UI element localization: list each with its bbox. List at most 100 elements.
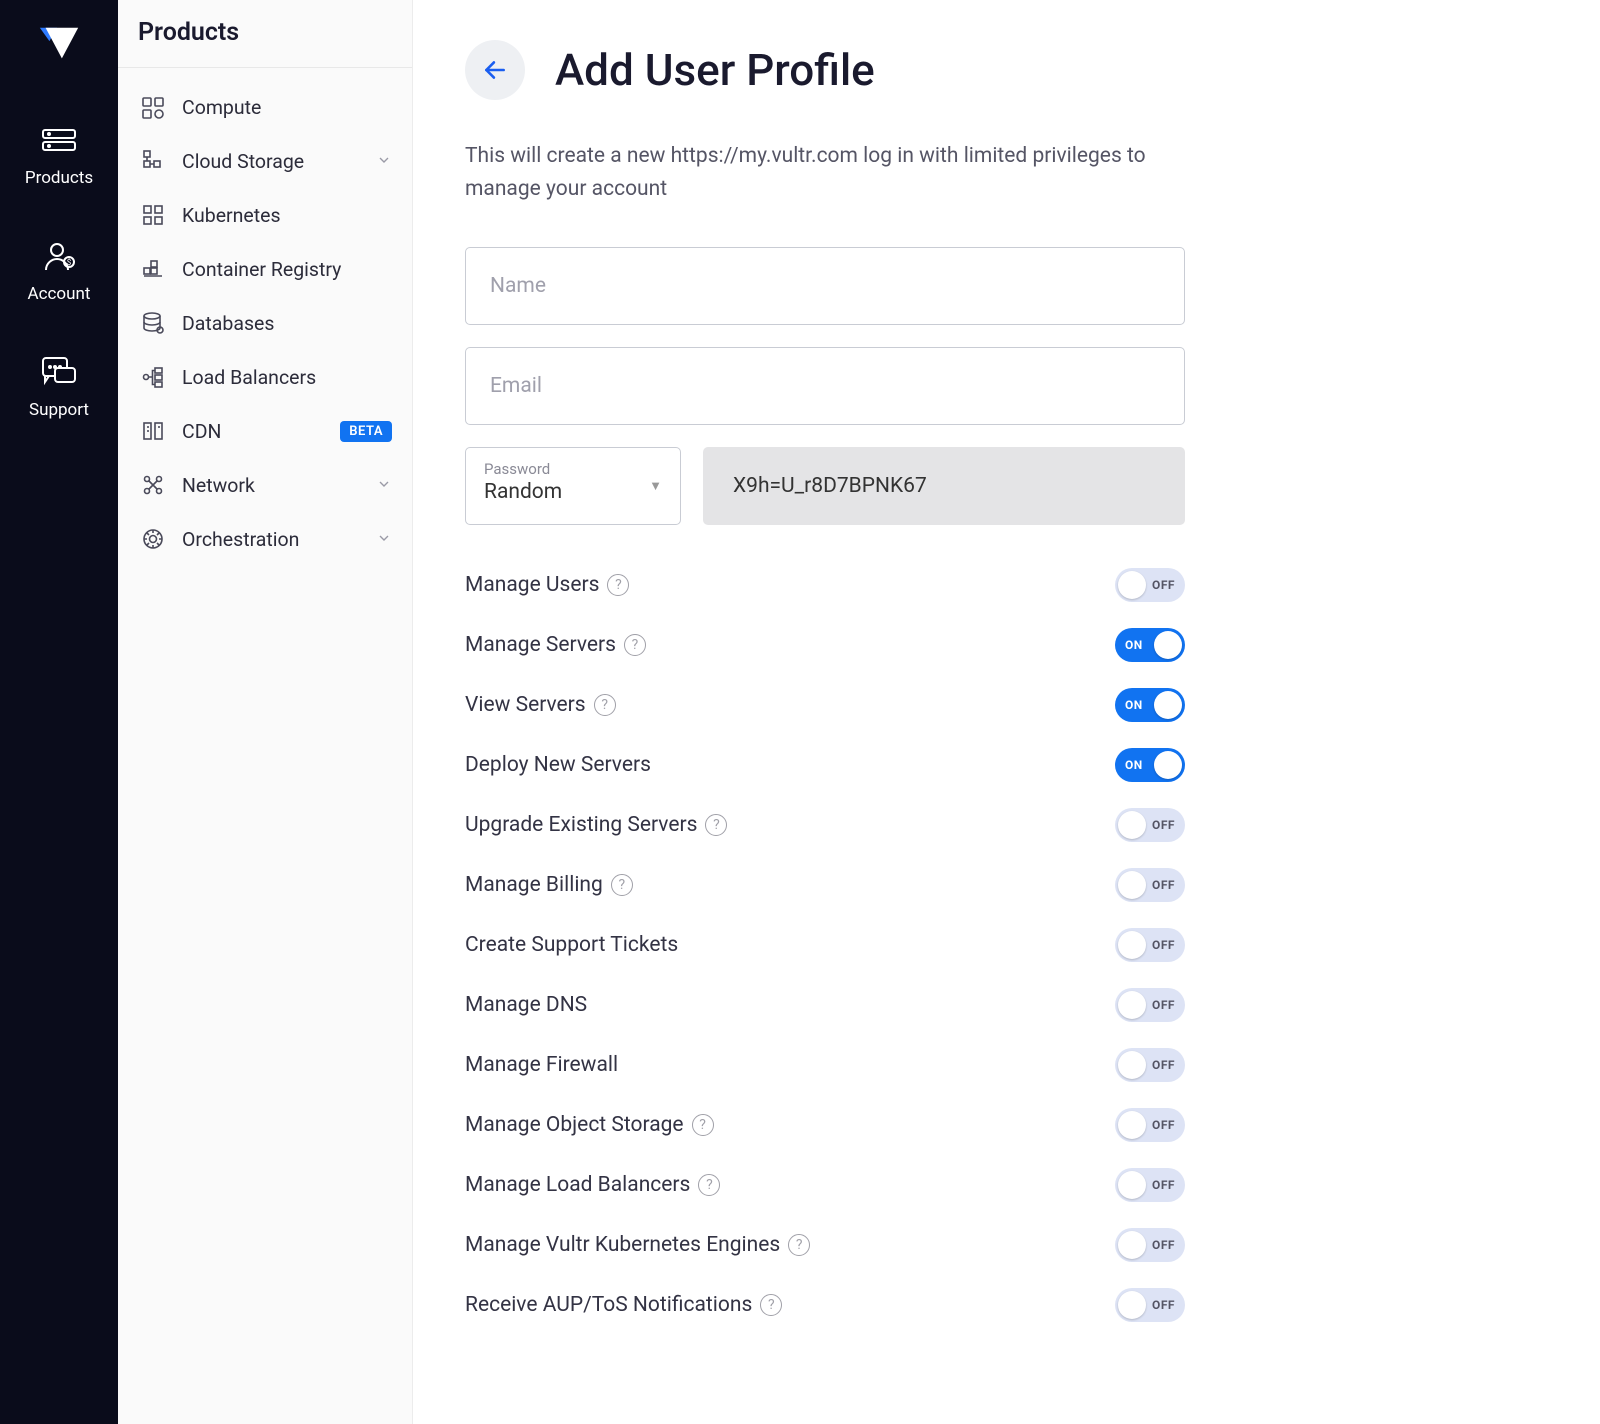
permission-row: Manage DNSOFF (465, 975, 1185, 1035)
sidebar-item-load-balancers[interactable]: Load Balancers (118, 350, 412, 404)
toggle-knob (1118, 931, 1146, 959)
toggle-state-text: OFF (1152, 1058, 1175, 1072)
name-field[interactable]: Name (465, 247, 1185, 325)
permission-toggle[interactable]: ON (1115, 628, 1185, 662)
sidebar-item-label: Cloud Storage (182, 150, 376, 173)
sidebar-item-cloud-storage[interactable]: Cloud Storage (118, 134, 412, 188)
sidebar-item-orchestration[interactable]: Orchestration (118, 512, 412, 566)
permission-toggle[interactable]: OFF (1115, 928, 1185, 962)
password-select-value: Random (484, 480, 662, 504)
help-icon[interactable]: ? (607, 574, 629, 596)
sidebar-item-compute[interactable]: Compute (118, 80, 412, 134)
arrow-left-icon (482, 57, 508, 83)
sidebar-item-label: Container Registry (182, 258, 392, 281)
permission-toggle[interactable]: OFF (1115, 1228, 1185, 1262)
permission-toggle[interactable]: OFF (1115, 1168, 1185, 1202)
sidebar-item-network[interactable]: Network (118, 458, 412, 512)
help-icon[interactable]: ? (698, 1174, 720, 1196)
permission-label: Manage Users (465, 573, 599, 597)
help-icon[interactable]: ? (594, 694, 616, 716)
k8s-icon (140, 202, 166, 228)
sidebar-item-container-registry[interactable]: Container Registry (118, 242, 412, 296)
sidebar-item-databases[interactable]: Databases (118, 296, 412, 350)
toggle-knob (1118, 871, 1146, 899)
permission-toggle[interactable]: OFF (1115, 988, 1185, 1022)
toggle-state-text: ON (1125, 758, 1143, 772)
main-content: Add User Profile This will create a new … (413, 0, 1600, 1424)
logo[interactable] (36, 22, 82, 68)
permission-row: Manage Vultr Kubernetes Engines?OFF (465, 1215, 1185, 1275)
sidebar-item-label: Load Balancers (182, 366, 392, 389)
permission-label: View Servers (465, 693, 586, 717)
registry-icon (140, 256, 166, 282)
page-header: Add User Profile (465, 40, 1540, 100)
permission-row: Upgrade Existing Servers? OFF (465, 795, 1185, 855)
sidebar-item-cdn[interactable]: CDNBETA (118, 404, 412, 458)
products-icon (41, 128, 77, 158)
chevron-down-icon (376, 474, 392, 497)
help-icon[interactable]: ? (692, 1114, 714, 1136)
permission-toggle[interactable]: OFF (1115, 808, 1185, 842)
toggle-knob (1154, 751, 1182, 779)
permission-toggle[interactable]: OFF (1115, 1288, 1185, 1322)
permission-label: Manage Object Storage (465, 1113, 684, 1137)
permission-label: Manage Billing (465, 873, 603, 897)
toggle-knob (1118, 1111, 1146, 1139)
generated-password-field[interactable]: X9h=U_r8D7BPNK67 (703, 447, 1185, 525)
password-mode-select[interactable]: Password Random ▼ (465, 447, 681, 525)
permission-row: Manage FirewallOFF (465, 1035, 1185, 1095)
page-description: This will create a new https://my.vultr.… (465, 140, 1185, 205)
rail-label: Account (28, 284, 91, 304)
network-icon (140, 472, 166, 498)
sidebar-item-label: CDN (182, 420, 330, 443)
back-button[interactable] (465, 40, 525, 100)
email-placeholder: Email (490, 374, 542, 398)
permission-toggle[interactable]: OFF (1115, 868, 1185, 902)
help-icon[interactable]: ? (705, 814, 727, 836)
permission-row: Manage Servers?ON (465, 615, 1185, 675)
rail-item-products[interactable]: Products (0, 108, 118, 220)
sidebar-list: Compute Cloud Storage Kubernetes Container … (118, 68, 412, 566)
toggle-knob (1154, 691, 1182, 719)
permission-row: Manage Load Balancers?OFF (465, 1155, 1185, 1215)
toggle-state-text: OFF (1152, 1298, 1175, 1312)
help-icon[interactable]: ? (611, 874, 633, 896)
toggle-knob (1118, 991, 1146, 1019)
rail-item-support[interactable]: Support (0, 336, 118, 452)
toggle-state-text: ON (1125, 638, 1143, 652)
sidebar-item-kubernetes[interactable]: Kubernetes (118, 188, 412, 242)
permission-toggle[interactable]: ON (1115, 748, 1185, 782)
permission-row: Manage Billing? OFF (465, 855, 1185, 915)
permission-label: Deploy New Servers (465, 753, 651, 777)
rail-item-account[interactable]: $ Account (0, 220, 118, 336)
orchestrate-icon (140, 526, 166, 552)
permission-toggle[interactable]: OFF (1115, 568, 1185, 602)
permission-toggle[interactable]: ON (1115, 688, 1185, 722)
help-icon[interactable]: ? (788, 1234, 810, 1256)
toggle-knob (1154, 631, 1182, 659)
permission-row: Create Support TicketsOFF (465, 915, 1185, 975)
support-icon (41, 356, 77, 390)
permission-toggle[interactable]: OFF (1115, 1108, 1185, 1142)
toggle-knob (1118, 1291, 1146, 1319)
sidebar-item-label: Kubernetes (182, 204, 392, 227)
toggle-knob (1118, 1051, 1146, 1079)
email-field[interactable]: Email (465, 347, 1185, 425)
storage-icon (140, 148, 166, 174)
password-select-label: Password (484, 460, 662, 478)
nav-rail: Products $ Account Support (0, 0, 118, 1424)
lb-icon (140, 364, 166, 390)
permission-row: Receive AUP/ToS Notifications?OFF (465, 1275, 1185, 1335)
rail-label: Support (29, 400, 89, 420)
help-icon[interactable]: ? (760, 1294, 782, 1316)
chevron-down-icon (376, 528, 392, 551)
toggle-state-text: OFF (1152, 938, 1175, 952)
name-placeholder: Name (490, 274, 546, 298)
permission-toggle[interactable]: OFF (1115, 1048, 1185, 1082)
toggle-state-text: OFF (1152, 578, 1175, 592)
help-icon[interactable]: ? (624, 634, 646, 656)
sidebar-title: Products (118, 0, 412, 68)
permission-label: Upgrade Existing Servers (465, 813, 697, 837)
chevron-down-icon: ▼ (649, 478, 662, 494)
permission-row: View Servers? ON (465, 675, 1185, 735)
